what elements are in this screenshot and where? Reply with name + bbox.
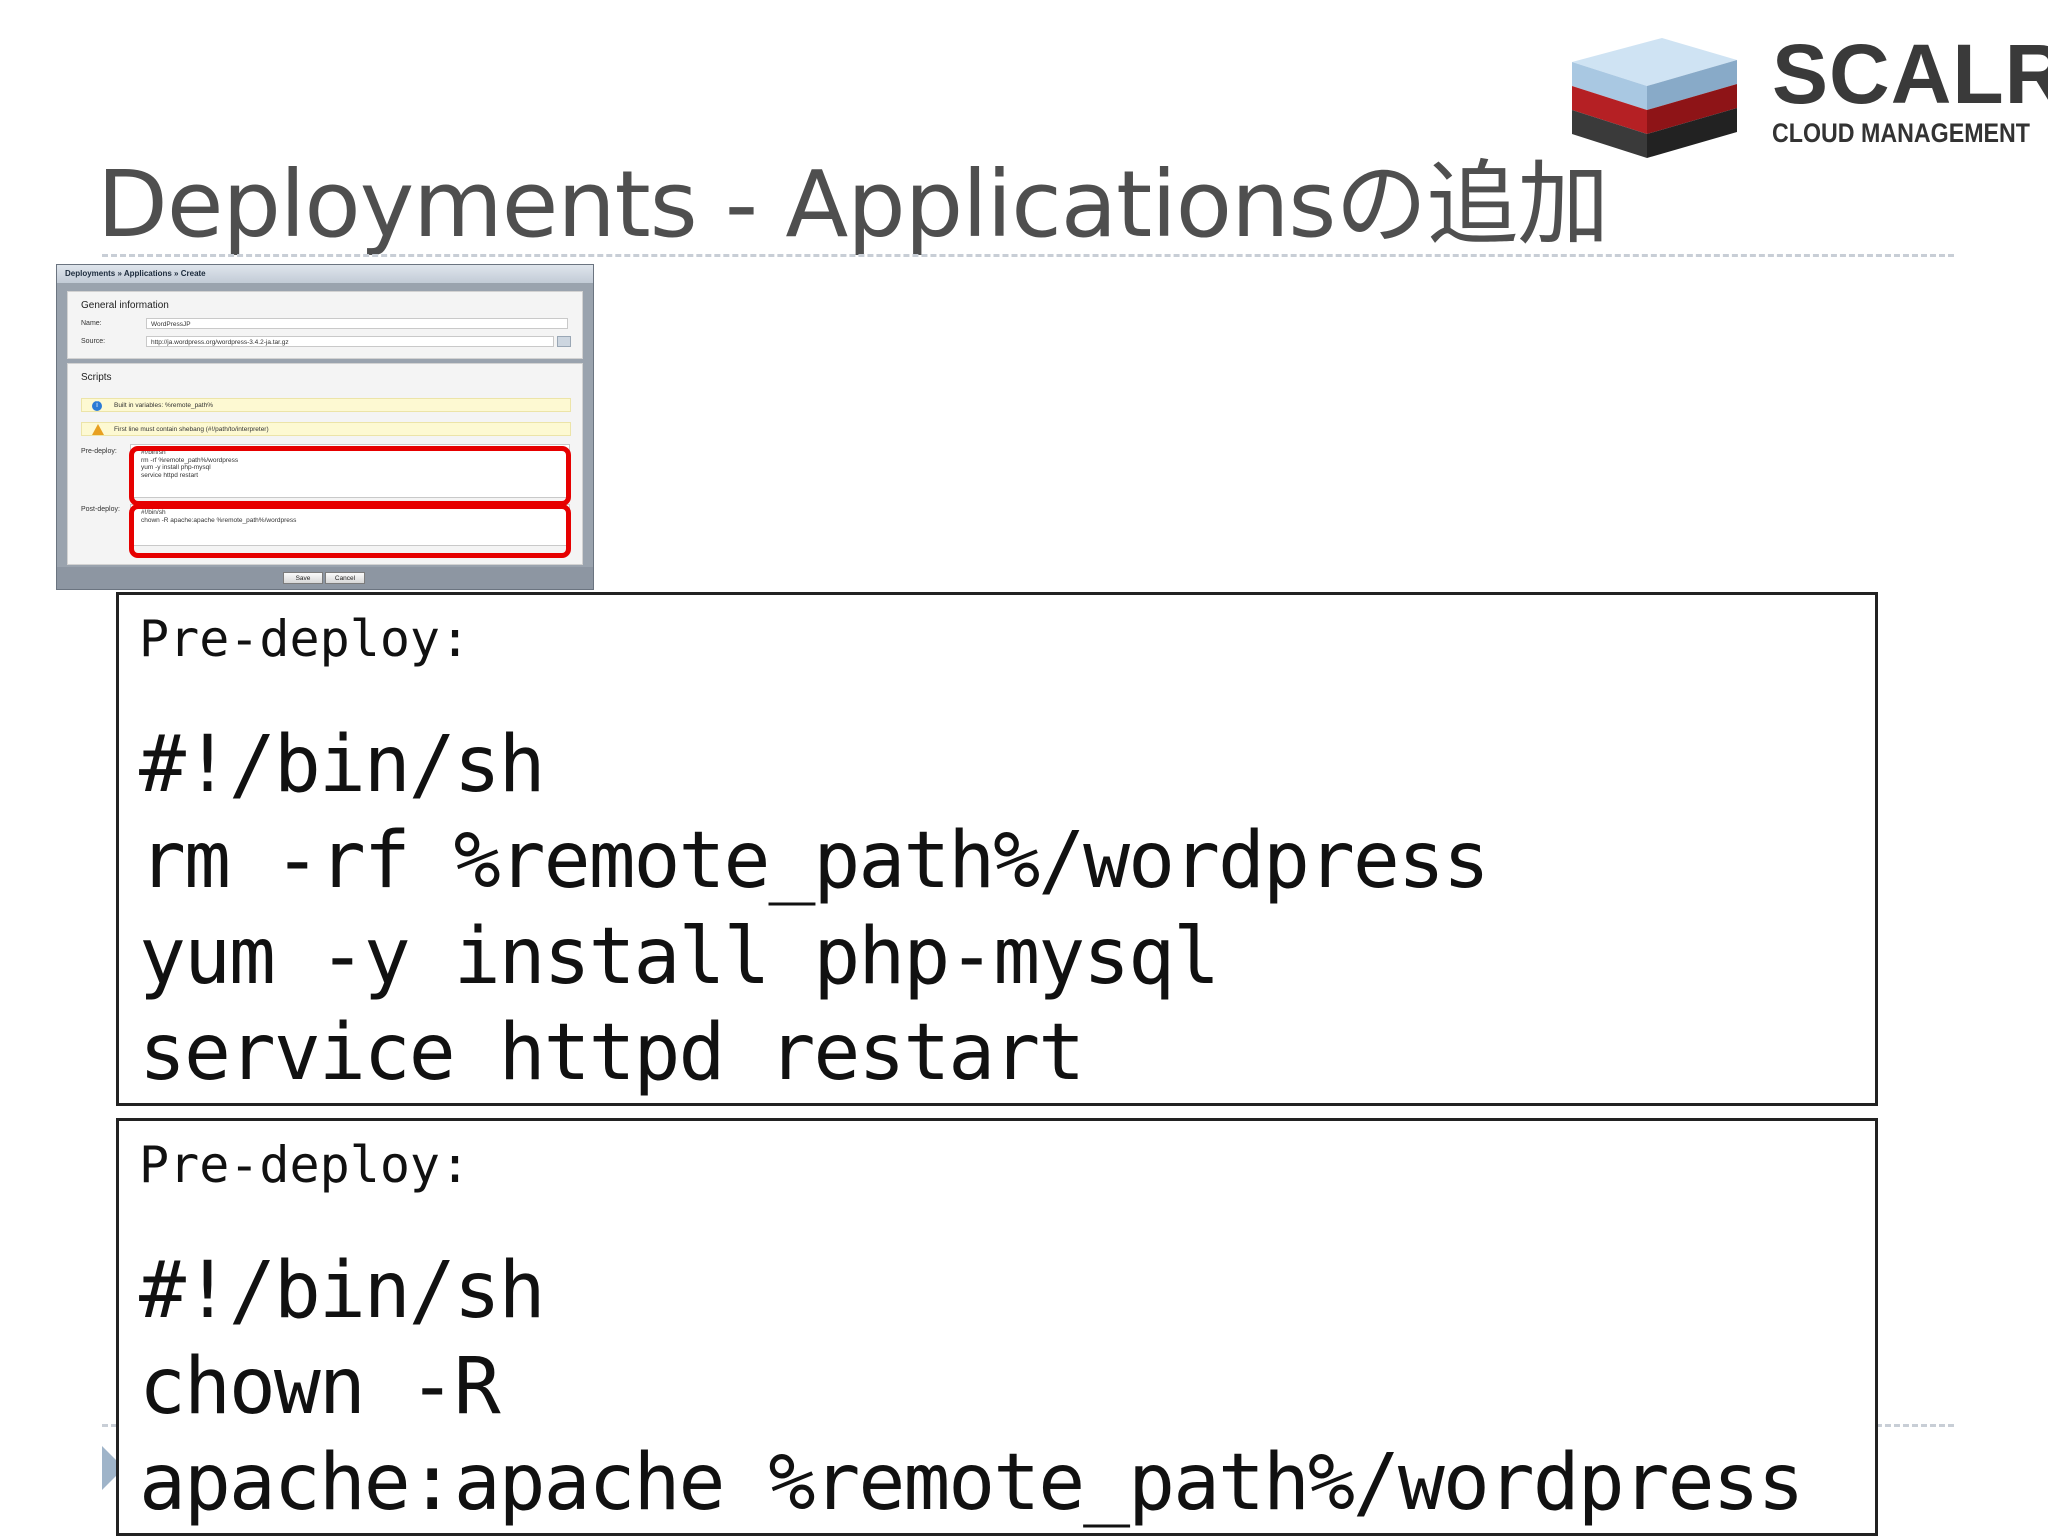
warning-note: First line must contain shebang (#!/path…: [81, 422, 571, 436]
source-label: Source:: [81, 338, 106, 345]
code-box-caption: Pre-deploy:: [139, 1136, 471, 1194]
name-label: Name:: [81, 320, 102, 327]
info-icon: i: [92, 401, 102, 411]
postdeploy-highlight: [129, 504, 571, 558]
source-field[interactable]: http://ja.wordpress.org/wordpress-3.4.2-…: [146, 336, 554, 347]
info-note: i Built in variables: %remote_path%: [81, 398, 571, 412]
general-heading: General information: [81, 300, 169, 311]
source-browse-button[interactable]: [557, 336, 571, 347]
slide-title: Deployments - Applicationsの追加: [97, 151, 1609, 258]
cancel-button[interactable]: Cancel: [325, 572, 365, 584]
save-button[interactable]: Save: [283, 572, 323, 584]
app-screenshot: Deployments » Applications » Create Gene…: [56, 264, 594, 590]
logo-tagline: CLOUD MANAGEMENT: [1772, 118, 2030, 148]
code-block: #!/bin/sh rm -rf %remote_path%/wordpress…: [139, 720, 1490, 1098]
postdeploy-code-box: Pre-deploy: #!/bin/sh chown -R apache:ap…: [116, 1118, 1878, 1536]
warning-note-text: First line must contain shebang (#!/path…: [114, 426, 269, 433]
scripts-heading: Scripts: [81, 372, 112, 383]
general-panel: General information Name: WordPressJP So…: [67, 291, 583, 359]
predeploy-label: Pre-deploy:: [81, 448, 117, 455]
title-divider: [102, 254, 1954, 257]
warning-icon: [92, 424, 104, 435]
predeploy-highlight: [129, 446, 571, 506]
predeploy-code-box: Pre-deploy: #!/bin/sh rm -rf %remote_pat…: [116, 592, 1878, 1106]
code-box-caption: Pre-deploy:: [139, 610, 471, 668]
postdeploy-label: Post-deploy:: [81, 506, 120, 513]
form-footer: Save Cancel: [57, 567, 593, 589]
breadcrumb: Deployments » Applications » Create: [57, 265, 593, 283]
code-block: #!/bin/sh chown -R apache:apache %remote…: [139, 1246, 1805, 1528]
info-note-text: Built in variables: %remote_path%: [114, 402, 213, 409]
name-field[interactable]: WordPressJP: [146, 318, 568, 329]
logo-wordmark: SCALR: [1772, 27, 2048, 121]
